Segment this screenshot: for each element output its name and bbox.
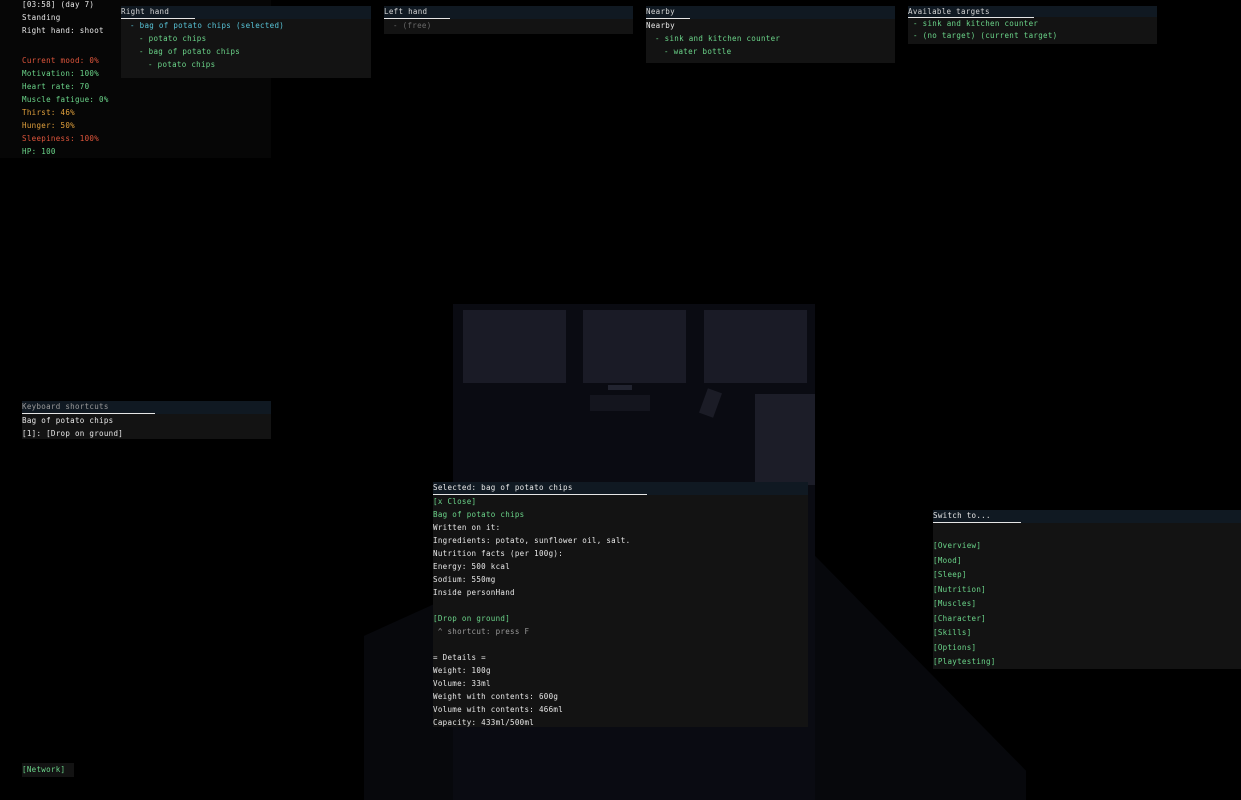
selected-panel-title: Selected: bag of potato chips (433, 482, 647, 495)
detail-line: Weight: 100g (433, 666, 491, 675)
shortcuts-panel-header: Keyboard shortcuts (22, 401, 271, 414)
selected-panel: Selected: bag of potato chips [x Close] … (433, 482, 808, 727)
detail-line: Capacity: 433ml/500ml (433, 718, 535, 727)
shortcut-hint: ^ shortcut: press F (433, 627, 530, 636)
description-line: Written on it: (433, 523, 501, 532)
targets-panel-header: Available targets (908, 6, 1157, 18)
description-line: Ingredients: potato, sunflower oil, salt… (433, 536, 631, 545)
scene-shelf (608, 385, 632, 390)
stats-list: Current mood: 0% Motivation: 100% Heart ra… (22, 54, 109, 158)
switch-item[interactable]: [Playtesting] (933, 655, 1241, 670)
switch-panel-header: Switch to... (933, 510, 1241, 523)
switch-list: [Overview] [Mood] [Sleep] [Nutrition] [Muscl… (933, 539, 1241, 670)
switch-item[interactable]: [Nutrition] (933, 583, 1241, 598)
close-button[interactable]: [x Close] (433, 495, 808, 508)
drop-on-ground-button[interactable]: [Drop on ground] (433, 612, 808, 625)
description-line: Sodium: 550mg (433, 575, 496, 584)
right-hand-item[interactable]: - bag of potato chips (selected) (121, 19, 371, 32)
detail-line: Volume: 33ml (433, 679, 491, 688)
right-hand-panel-title: Right hand (121, 6, 195, 19)
nearby-panel: Nearby Nearby - sink and kitchen counter… (646, 6, 895, 63)
right-hand-item[interactable]: - bag of potato chips (121, 45, 371, 58)
description-line: Energy: 500 kcal (433, 562, 511, 571)
switch-item[interactable]: [Sleep] (933, 568, 1241, 583)
switch-item[interactable]: [Character] (933, 612, 1241, 627)
right-hand-mode-text: Right hand: shoot (22, 26, 104, 35)
stat-line: Current mood: 0% (22, 56, 100, 65)
scene-counter (590, 395, 650, 411)
stat-line: Heart rate: 70 (22, 82, 90, 91)
description-line: Nutrition facts (per 100g): (433, 549, 564, 558)
stat-line: Sleepiness: 100% (22, 134, 100, 143)
scene-window-left (463, 310, 566, 383)
switch-item[interactable]: [Muscles] (933, 597, 1241, 612)
posture-text: Standing (22, 13, 61, 22)
details-header: = Details = (433, 653, 486, 662)
scene-window-right (704, 310, 807, 383)
switch-item[interactable]: [Options] (933, 641, 1241, 656)
right-hand-panel: Right hand - bag of potato chips (select… (121, 6, 371, 78)
right-hand-item[interactable]: - potato chips (121, 32, 371, 45)
shortcut-item-name: Bag of potato chips (22, 416, 114, 425)
switch-item[interactable]: [Overview] (933, 539, 1241, 554)
nearby-item[interactable]: - sink and kitchen counter (646, 32, 895, 45)
network-button[interactable]: [Network] (22, 763, 74, 777)
switch-panel-title: Switch to... (933, 510, 1021, 523)
targets-panel: Available targets - sink and kitchen cou… (908, 6, 1157, 44)
switch-item[interactable]: [Skills] (933, 626, 1241, 641)
clock-text: [03:58] (day 7) (22, 0, 95, 9)
left-hand-panel: Left hand - (free) (384, 6, 633, 34)
nearby-panel-title: Nearby (646, 6, 690, 19)
stat-line: Hunger: 50% (22, 121, 75, 130)
switch-item[interactable]: [Mood] (933, 554, 1241, 569)
scene-door (755, 394, 815, 485)
stat-line: Motivation: 100% (22, 69, 100, 78)
right-hand-item[interactable]: - potato chips (121, 58, 371, 71)
shortcuts-panel-title: Keyboard shortcuts (22, 401, 155, 414)
stat-line: Thirst: 46% (22, 108, 75, 117)
selected-panel-header: Selected: bag of potato chips (433, 482, 808, 495)
detail-line: Weight with contents: 600g (433, 692, 559, 701)
left-hand-panel-title: Left hand (384, 6, 450, 19)
shortcut-drop-button[interactable]: [1]: [Drop on ground] (22, 427, 271, 440)
detail-line: Volume with contents: 466ml (433, 705, 564, 714)
selected-item-name: Bag of potato chips (433, 510, 525, 519)
nearby-item[interactable]: - water bottle (646, 45, 895, 58)
nearby-panel-header: Nearby (646, 6, 895, 19)
description-line: Inside personHand (433, 588, 515, 597)
left-hand-panel-header: Left hand (384, 6, 633, 19)
left-hand-item: - (free) (393, 21, 432, 30)
switch-panel: Switch to... [Overview] [Mood] [Sleep] [Nut… (933, 510, 1241, 669)
stat-line: Muscle fatigue: 0% (22, 95, 109, 104)
right-hand-panel-header: Right hand (121, 6, 371, 19)
scene-window-center (583, 310, 686, 383)
stat-line: HP: 100 (22, 147, 56, 156)
target-item[interactable]: - (no target) (current target) (908, 29, 1157, 41)
nearby-subtitle: Nearby (646, 21, 675, 30)
target-item[interactable]: - sink and kitchen counter (908, 17, 1157, 29)
shortcuts-panel: Keyboard shortcuts Bag of potato chips [… (22, 401, 271, 439)
